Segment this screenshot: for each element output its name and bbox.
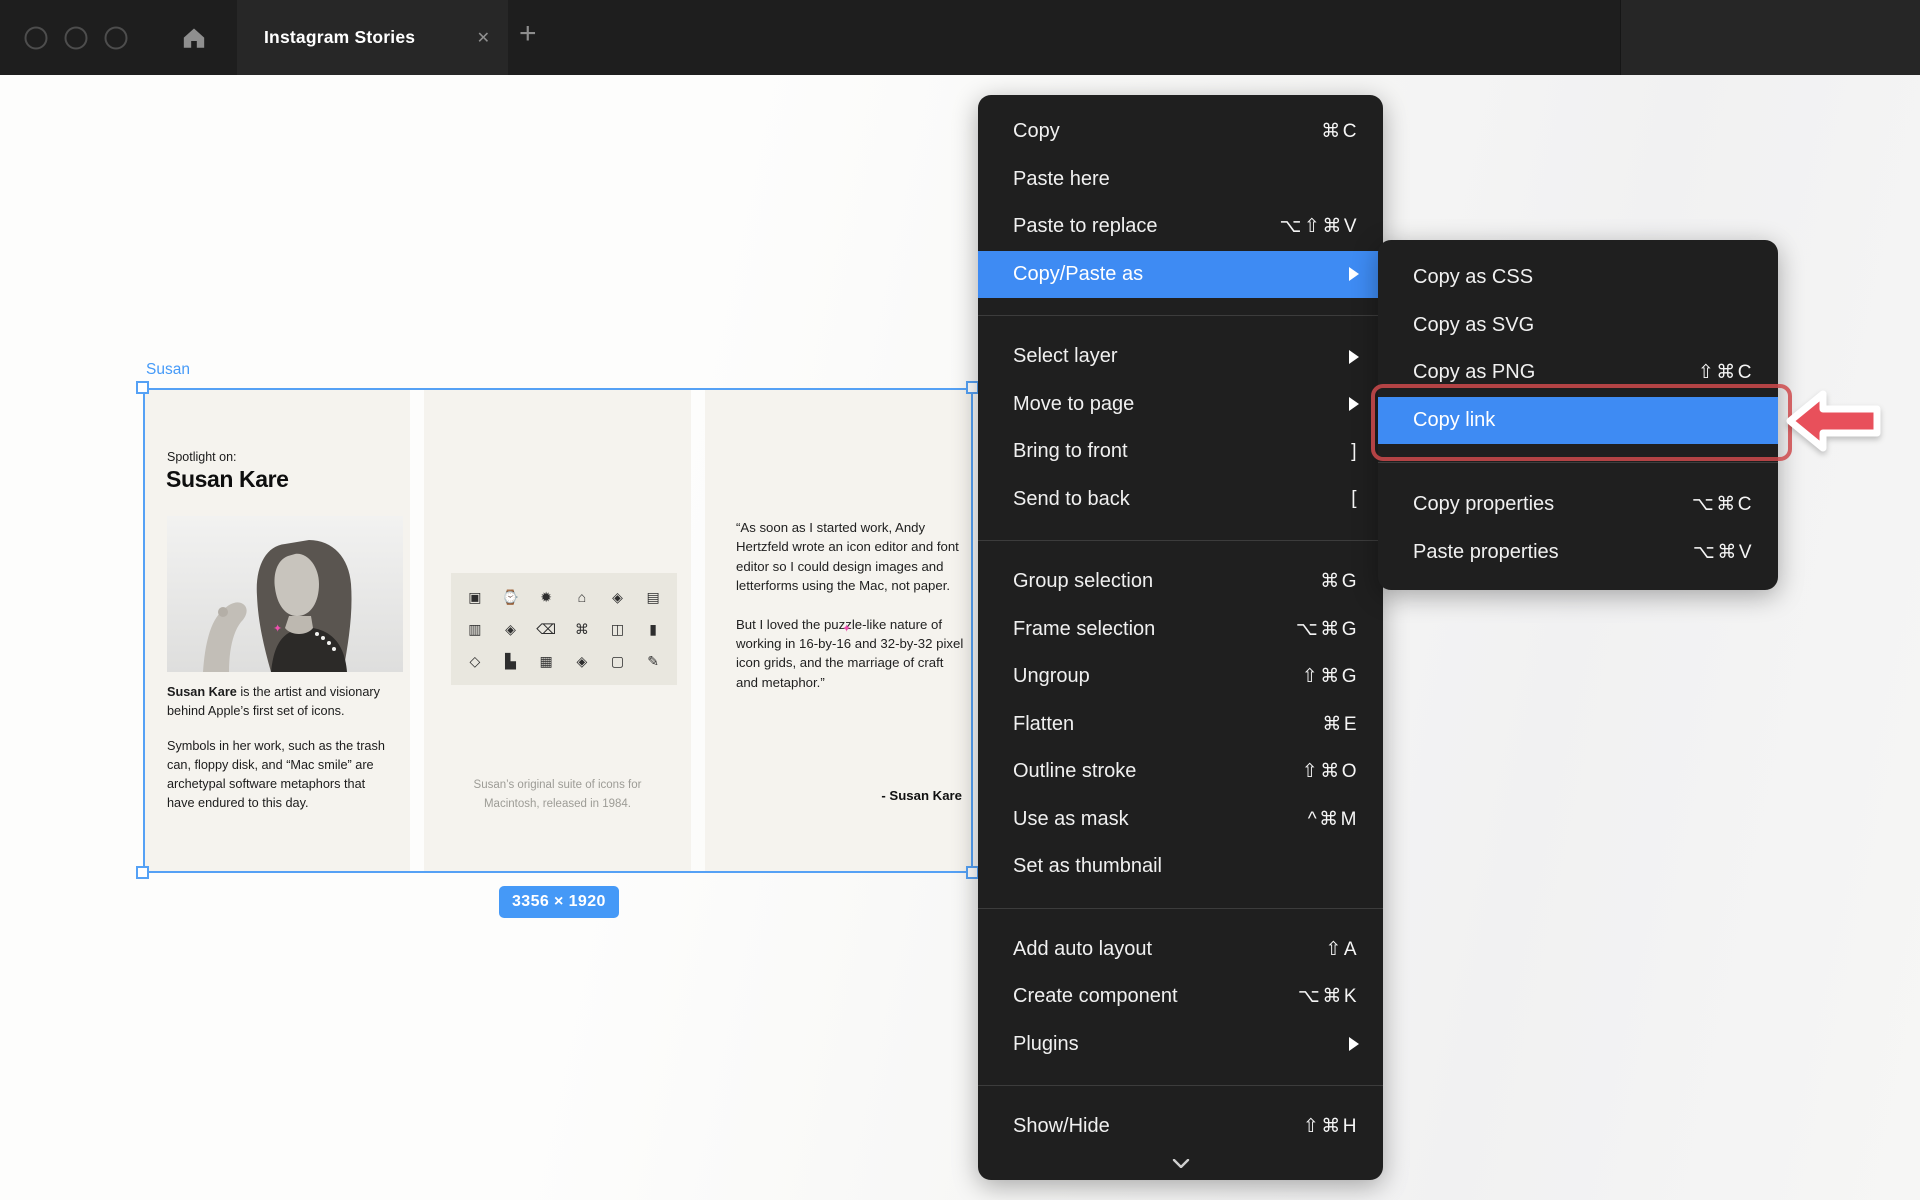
menu-item-ungroup[interactable]: Ungroup⇧⌘G [978, 653, 1383, 701]
file-tab[interactable]: Instagram Stories ✕ [237, 0, 508, 75]
pixel-icon-floppy: ▤ [635, 581, 671, 613]
original-icons-panel: ▣ ⌚ ✹ ⌂ ◈ ▤ ▥ ◈ ⌫ ⌘ ◫ ▮ ◇ ▙ ▦ ◈ ▢ ✎ [451, 573, 677, 685]
pixel-icon-page-corner: ▙ [493, 645, 529, 677]
submenu-item-paste-properties[interactable]: Paste properties⌥⌘V [1378, 529, 1778, 577]
collaborator-cursor-dot: ✦ [273, 622, 282, 635]
pixel-icon-briefcase: ⌂ [564, 581, 600, 613]
dimensions-badge: 3356 × 1920 [499, 886, 619, 918]
menu-item-create-component[interactable]: Create component⌥⌘K [978, 973, 1383, 1021]
menu-item-set-as-thumbnail[interactable]: Set as thumbnail [978, 843, 1383, 891]
plus-icon: + [519, 17, 537, 50]
quote-text: “As soon as I started work, Andy Hertzfe… [736, 518, 966, 692]
pixel-icon-mac: ▣ [457, 581, 493, 613]
tab-close-icon[interactable]: ✕ [477, 28, 490, 48]
figma-app: Susan Spotlight on: Susan Kare [0, 0, 1920, 1200]
pixel-icon-printer: ▦ [528, 645, 564, 677]
quote-attribution: - Susan Kare [881, 788, 962, 803]
submenu-item-copy-as-svg[interactable]: Copy as SVG [1378, 302, 1778, 350]
pixel-icon-trash: ⌫ [528, 613, 564, 645]
submenu-item-copy-link[interactable]: Copy link [1378, 397, 1778, 445]
icons-caption: Susan’s original suite of icons for Maci… [424, 776, 691, 814]
tab-title: Instagram Stories [264, 27, 415, 48]
submenu-item-copy-as-png[interactable]: Copy as PNG⇧⌘C [1378, 349, 1778, 397]
menu-item-copy-paste-as[interactable]: Copy/Paste as [978, 251, 1383, 299]
spotlight-title: Susan Kare [166, 466, 289, 493]
spotlight-paragraph: Symbols in her work, such as the trash c… [167, 737, 389, 813]
pixel-icon-book: ▮ [635, 613, 671, 645]
menu-item-paste-to-replace[interactable]: Paste to replace⌥⇧⌘V [978, 203, 1383, 251]
quote-paragraph-1: “As soon as I started work, Andy Hertzfe… [736, 518, 966, 596]
pixel-icon-pencil: ✎ [635, 645, 671, 677]
menu-separator [978, 315, 1383, 316]
annotation-arrow-left-icon [1783, 387, 1883, 460]
menu-item-group-selection[interactable]: Group selection⌘G [978, 558, 1383, 606]
pixel-icon-document: ▥ [457, 613, 493, 645]
menu-item-plugins[interactable]: Plugins [978, 1021, 1383, 1069]
submenu-arrow-icon [1349, 267, 1359, 281]
menu-separator [978, 908, 1383, 909]
pixel-icon-stamp: ◈ [600, 581, 636, 613]
pixel-icon-command: ⌘ [564, 613, 600, 645]
menu-separator [978, 1085, 1383, 1086]
window-zoom-circle-icon [106, 28, 127, 49]
window-close-circle-icon [26, 28, 47, 49]
window-titlebar: Instagram Stories ✕ + [0, 0, 1920, 75]
frame-name-label[interactable]: Susan [146, 361, 190, 379]
window-controls[interactable] [24, 26, 154, 55]
susan-kare-photo [167, 516, 403, 672]
menu-item-copy[interactable]: Copy⌘C [978, 108, 1383, 156]
home-icon [181, 25, 207, 51]
pixel-icon-paint-can: ◈ [493, 613, 529, 645]
new-tab-button[interactable]: + [519, 19, 537, 49]
submenu-arrow-icon [1349, 1037, 1359, 1051]
pixel-icon-watch: ⌚ [493, 581, 529, 613]
lead-bold: Susan Kare [167, 685, 237, 699]
story-card-icons[interactable]: ▣ ⌚ ✹ ⌂ ◈ ▤ ▥ ◈ ⌫ ⌘ ◫ ▮ ◇ ▙ ▦ ◈ ▢ ✎ Susa… [424, 388, 691, 873]
menu-separator [978, 540, 1383, 541]
menu-item-send-to-back[interactable]: Send to back[ [978, 476, 1383, 524]
spotlight-lead-text: Susan Kare is the artist and visionary b… [167, 683, 389, 721]
submenu-arrow-icon [1349, 397, 1359, 411]
titlebar-right-section [1620, 0, 1920, 75]
pixel-icon-paint-bucket: ◈ [564, 645, 600, 677]
home-button[interactable] [180, 24, 208, 52]
window-minimize-circle-icon [66, 28, 87, 49]
menu-item-paste-here[interactable]: Paste here [978, 156, 1383, 204]
menu-item-bring-to-front[interactable]: Bring to front] [978, 428, 1383, 476]
menu-item-show-hide[interactable]: Show/Hide⇧⌘H [978, 1103, 1383, 1151]
pixel-icon-diamond: ◇ [457, 645, 493, 677]
menu-item-select-layer[interactable]: Select layer [978, 333, 1383, 381]
selection-handle-bottom-left[interactable] [136, 866, 149, 879]
submenu-item-copy-properties[interactable]: Copy properties⌥⌘C [1378, 481, 1778, 529]
selection-handle-top-left[interactable] [136, 381, 149, 394]
menu-item-add-auto-layout[interactable]: Add auto layout⇧A [978, 926, 1383, 974]
pixel-icon-bomb: ✹ [528, 581, 564, 613]
menu-separator [1378, 462, 1778, 463]
chevron-down-icon [1172, 1159, 1190, 1168]
menu-item-frame-selection[interactable]: Frame selection⌥⌘G [978, 606, 1383, 654]
menu-item-move-to-page[interactable]: Move to page [978, 381, 1383, 429]
menu-item-outline-stroke[interactable]: Outline stroke⇧⌘O [978, 748, 1383, 796]
menu-item-use-as-mask[interactable]: Use as mask^⌘M [978, 796, 1383, 844]
menu-scroll-more[interactable] [978, 1151, 1383, 1172]
shortcut: ⌘C [1321, 120, 1359, 143]
collaborator-cursor-dot: ✦ [842, 622, 851, 635]
spotlight-eyebrow: Spotlight on: [167, 450, 237, 464]
context-menu: Copy⌘C Paste here Paste to replace⌥⇧⌘V C… [978, 95, 1383, 1180]
copy-paste-as-submenu: Copy as CSS Copy as SVG Copy as PNG⇧⌘C C… [1378, 240, 1778, 590]
story-card-quote[interactable]: “As soon as I started work, Andy Hertzfe… [705, 388, 973, 873]
pixel-icon-note: ▢ [600, 645, 636, 677]
submenu-arrow-icon [1349, 350, 1359, 364]
submenu-item-copy-as-css[interactable]: Copy as CSS [1378, 254, 1778, 302]
menu-item-flatten[interactable]: Flatten⌘E [978, 701, 1383, 749]
pixel-icon-system-disk: ◫ [600, 613, 636, 645]
